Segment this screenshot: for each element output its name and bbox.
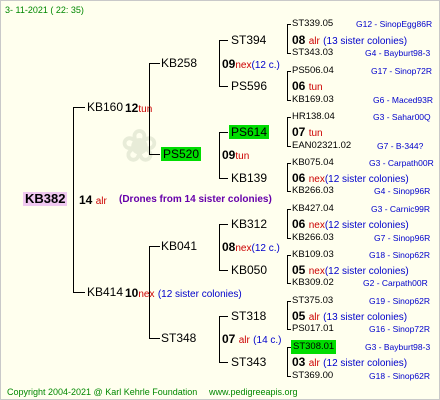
leaf-name[interactable]: ST369.00 [292,369,333,383]
leaf-name[interactable]: KB427.04 [292,202,334,216]
footer-copyright: Copyright 2004-2021 @ Karl Kehrle Founda… [7,387,198,397]
gen-kb160: 12tun [125,101,153,115]
node-st348[interactable]: ST348 [161,331,196,345]
leaf-code: G18 - Sinop62R [369,371,430,381]
leaf-name[interactable]: HR138.04 [292,110,335,124]
leaf-code: G7 - B-344? [377,141,424,151]
node-st318[interactable]: ST318 [231,309,266,323]
node-kb414[interactable]: KB414 [87,285,123,299]
node-kb050[interactable]: KB050 [231,263,267,277]
leaf-code: G18 - Sinop62R [369,250,430,260]
leaf-code: G3 - Bayburt98-3 [365,342,431,352]
leaf-code: G2 - Carpath00R [363,278,428,288]
gen-ps520: 09tun [222,148,250,162]
node-kb312[interactable]: KB312 [231,217,267,231]
leaf-name[interactable]: EAN02321.02 [292,139,351,153]
leaf-code: G4 - Sinop96R [374,186,431,196]
leaf-name[interactable]: PS017.01 [292,322,334,336]
root-generation: 14 alr [79,193,107,207]
node-kb139[interactable]: KB139 [231,171,267,185]
footer-url[interactable]: www.pedigreeapis.org [209,385,298,399]
leaf-name[interactable]: ST308.01 [291,340,337,354]
gen-st348: 07 alr (14 c.) [222,332,282,346]
leaf-code: G17 - Sinop72R [371,66,432,76]
leaf-code: G4 - Bayburt98-3 [365,48,431,58]
node-ps596[interactable]: PS596 [231,79,267,93]
watermark-logo: ❀ [121,122,158,171]
leaf-code: G7 - Sinop96R [374,233,431,243]
root-note: (Drones from 14 sister colonies) [119,194,272,205]
leaf-name[interactable]: ST343.03 [292,46,333,60]
leaf-name[interactable]: ST375.03 [292,294,333,308]
pedigree-panel: ❀ 3- 11-2021 ( 22: 35) KB382 14 alr (Dro… [0,0,440,400]
leaf-code: G3 - Sahar00Q [373,112,431,122]
leaf-name[interactable]: KB266.03 [292,231,334,245]
node-kb041[interactable]: KB041 [161,239,197,253]
node-st394[interactable]: ST394 [231,33,266,47]
leaf-code: G3 - Carpath00R [369,158,434,168]
header-date: 3- 11-2021 ( 22: 35) [5,5,84,15]
leaf-name[interactable]: KB309.02 [292,276,334,290]
leaf-code: G3 - Carnic99R [371,204,431,214]
gen-kb414: 10nex (12 sister colonies) [125,286,242,300]
node-ps614[interactable]: PS614 [229,125,270,139]
root-queen[interactable]: KB382 [23,192,68,206]
leaf-name[interactable]: KB075.04 [292,156,334,170]
node-st343[interactable]: ST343 [231,355,266,369]
leaf-code: G6 - Maced93R [373,95,433,105]
leaf-name[interactable]: PS506.04 [292,64,334,78]
gen-kb258: 09nex(12 c.) [222,57,280,71]
gen-kb041: 08nex(12 c.) [222,240,280,254]
node-kb258[interactable]: KB258 [161,56,197,70]
leaf-name[interactable]: ST339.05 [292,17,333,31]
leaf-code: G16 - Sinop72R [369,324,430,334]
node-kb160[interactable]: KB160 [87,100,123,114]
node-ps520[interactable]: PS520 [161,147,202,161]
leaf-name[interactable]: KB266.03 [292,184,334,198]
leaf-code: G19 - Sinop62R [369,296,430,306]
leaf-name[interactable]: KB169.03 [292,93,334,107]
leaf-name[interactable]: KB109.03 [292,248,334,262]
leaf-code: G12 - SinopEgg86R [356,19,433,29]
